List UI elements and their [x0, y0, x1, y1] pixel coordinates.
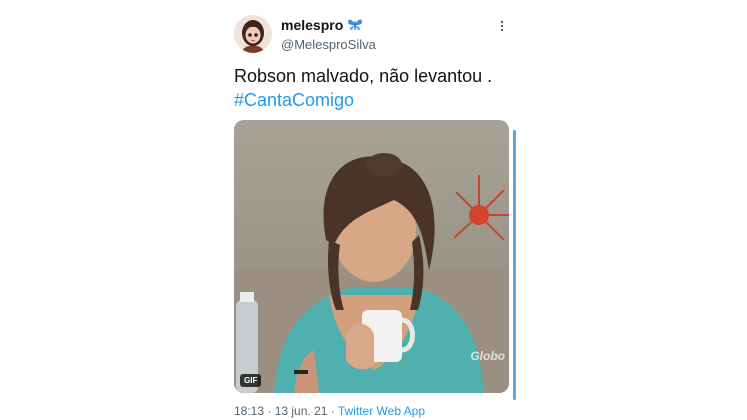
avatar-image — [234, 15, 272, 53]
tweet-body: Robson malvado, não levantou . — [234, 66, 493, 86]
meta-separator: · — [327, 404, 338, 418]
meta-separator: · — [264, 404, 275, 418]
tweet-source[interactable]: Twitter Web App — [338, 404, 425, 418]
avatar[interactable] — [234, 15, 272, 53]
author-handle[interactable]: @MelesproSilva — [281, 37, 376, 52]
tweet-time[interactable]: 18:13 — [234, 404, 264, 418]
author-name-row[interactable]: melespro — [281, 17, 363, 33]
tweet-text: Robson malvado, não levantou . #CantaCom… — [234, 64, 524, 112]
scrollbar[interactable] — [513, 130, 516, 400]
tweet-meta: 18:13 · 13 jun. 21 · Twitter Web App — [234, 404, 425, 418]
hashtag-link[interactable]: #CantaComigo — [234, 88, 524, 112]
more-options-icon[interactable] — [495, 18, 509, 34]
gif-media[interactable]: Globo GIF — [234, 120, 509, 393]
butterfly-icon — [347, 18, 363, 32]
gif-frame — [234, 120, 509, 393]
author-display-name[interactable]: melespro — [281, 17, 343, 33]
gif-badge: GIF — [240, 374, 262, 387]
tweet-date[interactable]: 13 jun. 21 — [275, 404, 328, 418]
gif-watermark: Globo — [470, 349, 505, 363]
